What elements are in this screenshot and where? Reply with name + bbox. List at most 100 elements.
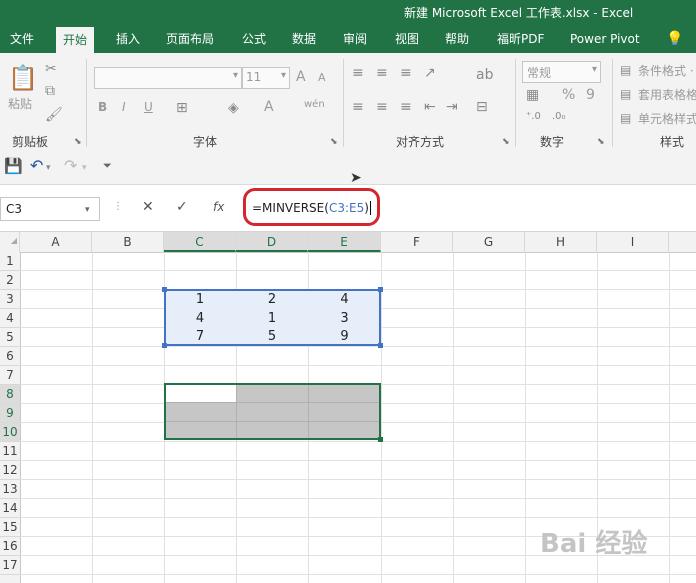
row-header-17[interactable]: 17 [0, 556, 20, 575]
align-left-icon[interactable]: ≡ [352, 99, 364, 115]
tab-view[interactable]: 视图 [395, 25, 419, 53]
row-header-5[interactable]: 5 [0, 328, 20, 347]
column-header-g[interactable]: G [453, 232, 525, 252]
number-launcher-icon[interactable]: ⬊ [597, 137, 605, 147]
align-right-icon[interactable]: ≡ [400, 99, 412, 115]
tab-review[interactable]: 审阅 [343, 25, 367, 53]
cell-d5[interactable]: 5 [236, 327, 308, 346]
clipboard-launcher-icon[interactable]: ⬊ [74, 137, 82, 147]
decrease-decimal-icon[interactable]: .0₀ [552, 109, 566, 125]
insert-function-icon[interactable]: fx [213, 199, 224, 215]
phonetic-button[interactable]: wén [304, 99, 325, 110]
align-top-icon[interactable]: ≡ [352, 65, 364, 81]
row-header-7[interactable]: 7 [0, 366, 20, 385]
undo-icon[interactable]: ↶ [30, 158, 43, 174]
font-launcher-icon[interactable]: ⬊ [330, 137, 338, 147]
column-header-a[interactable]: A [20, 232, 92, 252]
column-header-b[interactable]: B [92, 232, 164, 252]
column-header-d[interactable]: D [236, 232, 308, 252]
customize-toolbar-icon[interactable]: ⏷ [103, 158, 112, 174]
align-bottom-icon[interactable]: ≡ [400, 65, 412, 81]
fill-handle[interactable] [378, 437, 383, 442]
row-header-1[interactable]: 1 [0, 252, 20, 271]
row-header-14[interactable]: 14 [0, 499, 20, 518]
fill-color-icon[interactable]: ◈ [228, 100, 239, 116]
row-header-11[interactable]: 11 [0, 442, 20, 461]
name-box[interactable]: C3 ▾ [0, 197, 100, 221]
font-size-combo[interactable]: 11 ▾ [242, 67, 290, 89]
tab-power-pivot[interactable]: Power Pivot [570, 25, 640, 53]
align-center-icon[interactable]: ≡ [376, 99, 388, 115]
paste-label[interactable]: 粘贴 [8, 95, 32, 112]
increase-indent-icon[interactable]: ⇥ [446, 99, 458, 115]
borders-icon[interactable]: ⊞ [176, 100, 188, 116]
alignment-launcher-icon[interactable]: ⬊ [502, 137, 510, 147]
tab-formulas[interactable]: 公式 [242, 25, 266, 53]
tab-insert[interactable]: 插入 [116, 25, 140, 53]
conditional-format-icon[interactable]: ▤ [620, 62, 631, 78]
tab-help[interactable]: 帮助 [445, 25, 469, 53]
bold-button[interactable]: B [98, 100, 107, 114]
copy-icon[interactable]: ⧉ [45, 83, 55, 99]
row-header-8[interactable]: 8 [0, 385, 20, 404]
row-header-12[interactable]: 12 [0, 461, 20, 480]
chevron-down-icon[interactable]: ▾ [46, 160, 51, 176]
select-all-corner[interactable]: ◢ [0, 232, 20, 252]
decrease-indent-icon[interactable]: ⇤ [424, 99, 436, 115]
cell-e5[interactable]: 9 [308, 327, 381, 346]
column-header-i[interactable]: I [597, 232, 669, 252]
cell-e4[interactable]: 3 [308, 309, 381, 328]
tab-data[interactable]: 数据 [292, 25, 316, 53]
row-header-10[interactable]: 10 [0, 423, 20, 442]
merge-center-icon[interactable]: ⊟ [476, 99, 488, 115]
cell-styles-icon[interactable]: ▤ [620, 110, 631, 126]
format-table-icon[interactable]: ▤ [620, 86, 631, 102]
row-header-4[interactable]: 4 [0, 309, 20, 328]
lightbulb-icon[interactable]: 💡 [666, 25, 683, 53]
active-cell-c8[interactable] [166, 385, 236, 402]
row-header-13[interactable]: 13 [0, 480, 20, 499]
row-header-6[interactable]: 6 [0, 347, 20, 366]
cell-c5[interactable]: 7 [164, 327, 236, 346]
comma-button[interactable]: 9 [586, 87, 595, 103]
chevron-down-icon[interactable]: ▾ [82, 160, 87, 176]
cell-styles-button[interactable]: 单元格样式 [638, 110, 696, 127]
chevron-down-icon[interactable]: ▾ [85, 202, 90, 218]
row-header-16[interactable]: 16 [0, 537, 20, 556]
wrap-text-icon[interactable]: ab [476, 67, 493, 83]
cell-e3[interactable]: 4 [308, 290, 381, 309]
format-as-table-button[interactable]: 套用表格格 [638, 86, 696, 103]
currency-icon[interactable]: ▦ [526, 87, 539, 103]
tab-foxit-pdf[interactable]: 福昕PDF [497, 25, 544, 53]
row-header-9[interactable]: 9 [0, 404, 20, 423]
cell-d3[interactable]: 2 [236, 290, 308, 309]
save-icon[interactable]: 💾 [4, 158, 23, 174]
cell-d4[interactable]: 1 [236, 309, 308, 328]
format-painter-icon[interactable]: 🖌 [45, 107, 63, 123]
underline-button[interactable]: U [144, 100, 153, 114]
row-header-3[interactable]: 3 [0, 290, 20, 309]
enter-icon[interactable]: ✓ [176, 199, 188, 215]
align-middle-icon[interactable]: ≡ [376, 65, 388, 81]
grow-font-button[interactable]: A [296, 69, 306, 85]
column-header-e[interactable]: E [308, 232, 381, 252]
column-header-c[interactable]: C [164, 232, 236, 252]
conditional-format-button[interactable]: 条件格式 · [638, 62, 694, 79]
increase-decimal-icon[interactable]: ⁺.0 [526, 109, 541, 125]
font-name-combo[interactable]: ▾ [94, 67, 242, 89]
cell-c4[interactable]: 4 [164, 309, 236, 328]
cancel-icon[interactable]: ✕ [142, 199, 154, 215]
percent-button[interactable]: % [562, 87, 575, 103]
shrink-font-button[interactable]: A [318, 71, 326, 84]
column-header-h[interactable]: H [525, 232, 597, 252]
paste-icon[interactable]: 📋 [8, 65, 38, 91]
tab-file[interactable]: 文件 [10, 25, 34, 53]
row-header-15[interactable]: 15 [0, 518, 20, 537]
tab-home[interactable]: 开始 [56, 27, 95, 53]
cell-c3[interactable]: 1 [164, 290, 236, 309]
cut-icon[interactable]: ✂ [45, 61, 57, 77]
number-format-combo[interactable]: 常规 ▾ [522, 61, 601, 83]
font-color-button[interactable]: A [264, 99, 274, 115]
tab-page-layout[interactable]: 页面布局 [166, 25, 214, 53]
italic-button[interactable]: I [122, 100, 126, 114]
